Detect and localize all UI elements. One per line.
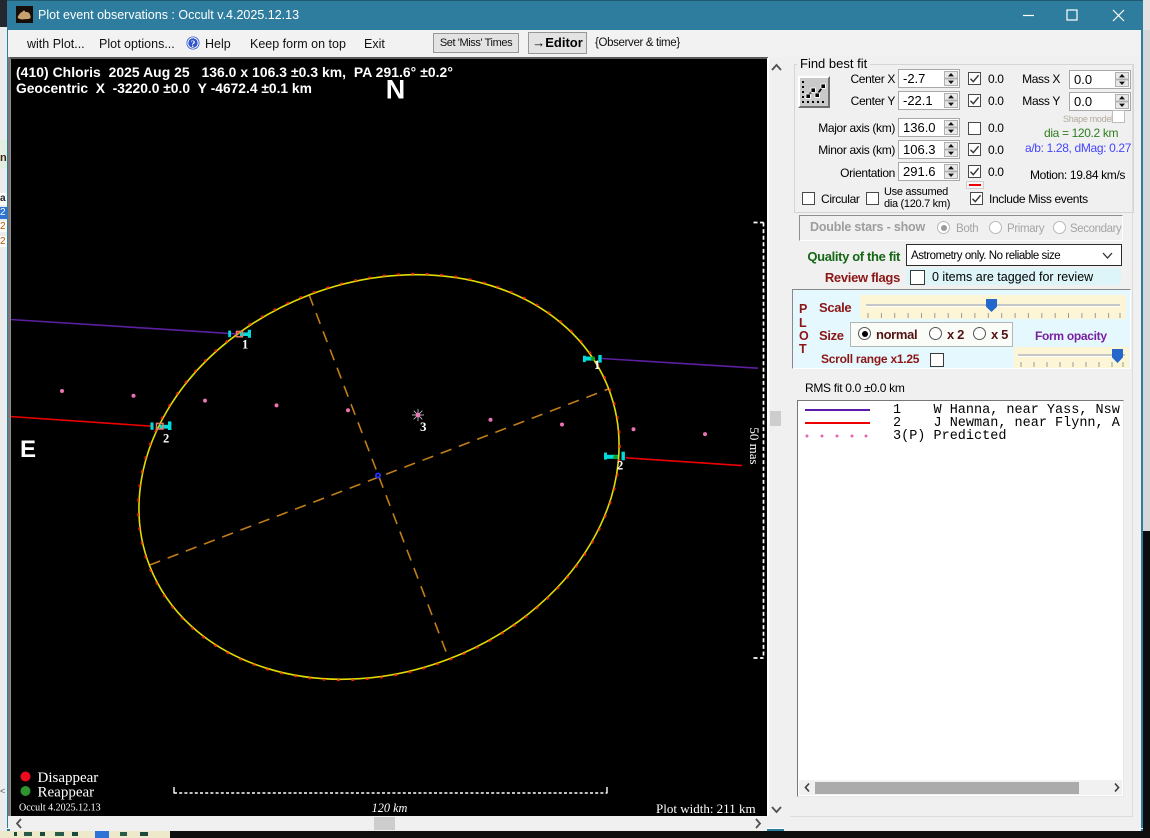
svg-text:N: N bbox=[386, 75, 406, 105]
svg-text:1: 1 bbox=[242, 338, 248, 352]
svg-text:E: E bbox=[20, 436, 36, 463]
svg-text:3: 3 bbox=[420, 419, 427, 434]
svg-text:2: 2 bbox=[617, 459, 623, 473]
svg-text:Reappear: Reappear bbox=[38, 785, 95, 801]
svg-text:Plot width: 211 km: Plot width: 211 km bbox=[656, 801, 756, 816]
svg-text:50 mas: 50 mas bbox=[747, 427, 762, 464]
svg-text:Occult 4.2025.12.13: Occult 4.2025.12.13 bbox=[19, 803, 101, 814]
svg-text:2: 2 bbox=[163, 432, 169, 446]
svg-text:1: 1 bbox=[594, 358, 600, 372]
svg-text:?: ? bbox=[191, 40, 196, 50]
svg-text:Geocentric X -3220.0 ±0.0 Y: Geocentric X -3220.0 ±0.0 Y -4672.4 ±0.1… bbox=[16, 81, 312, 96]
svg-text:120 km: 120 km bbox=[372, 801, 408, 815]
